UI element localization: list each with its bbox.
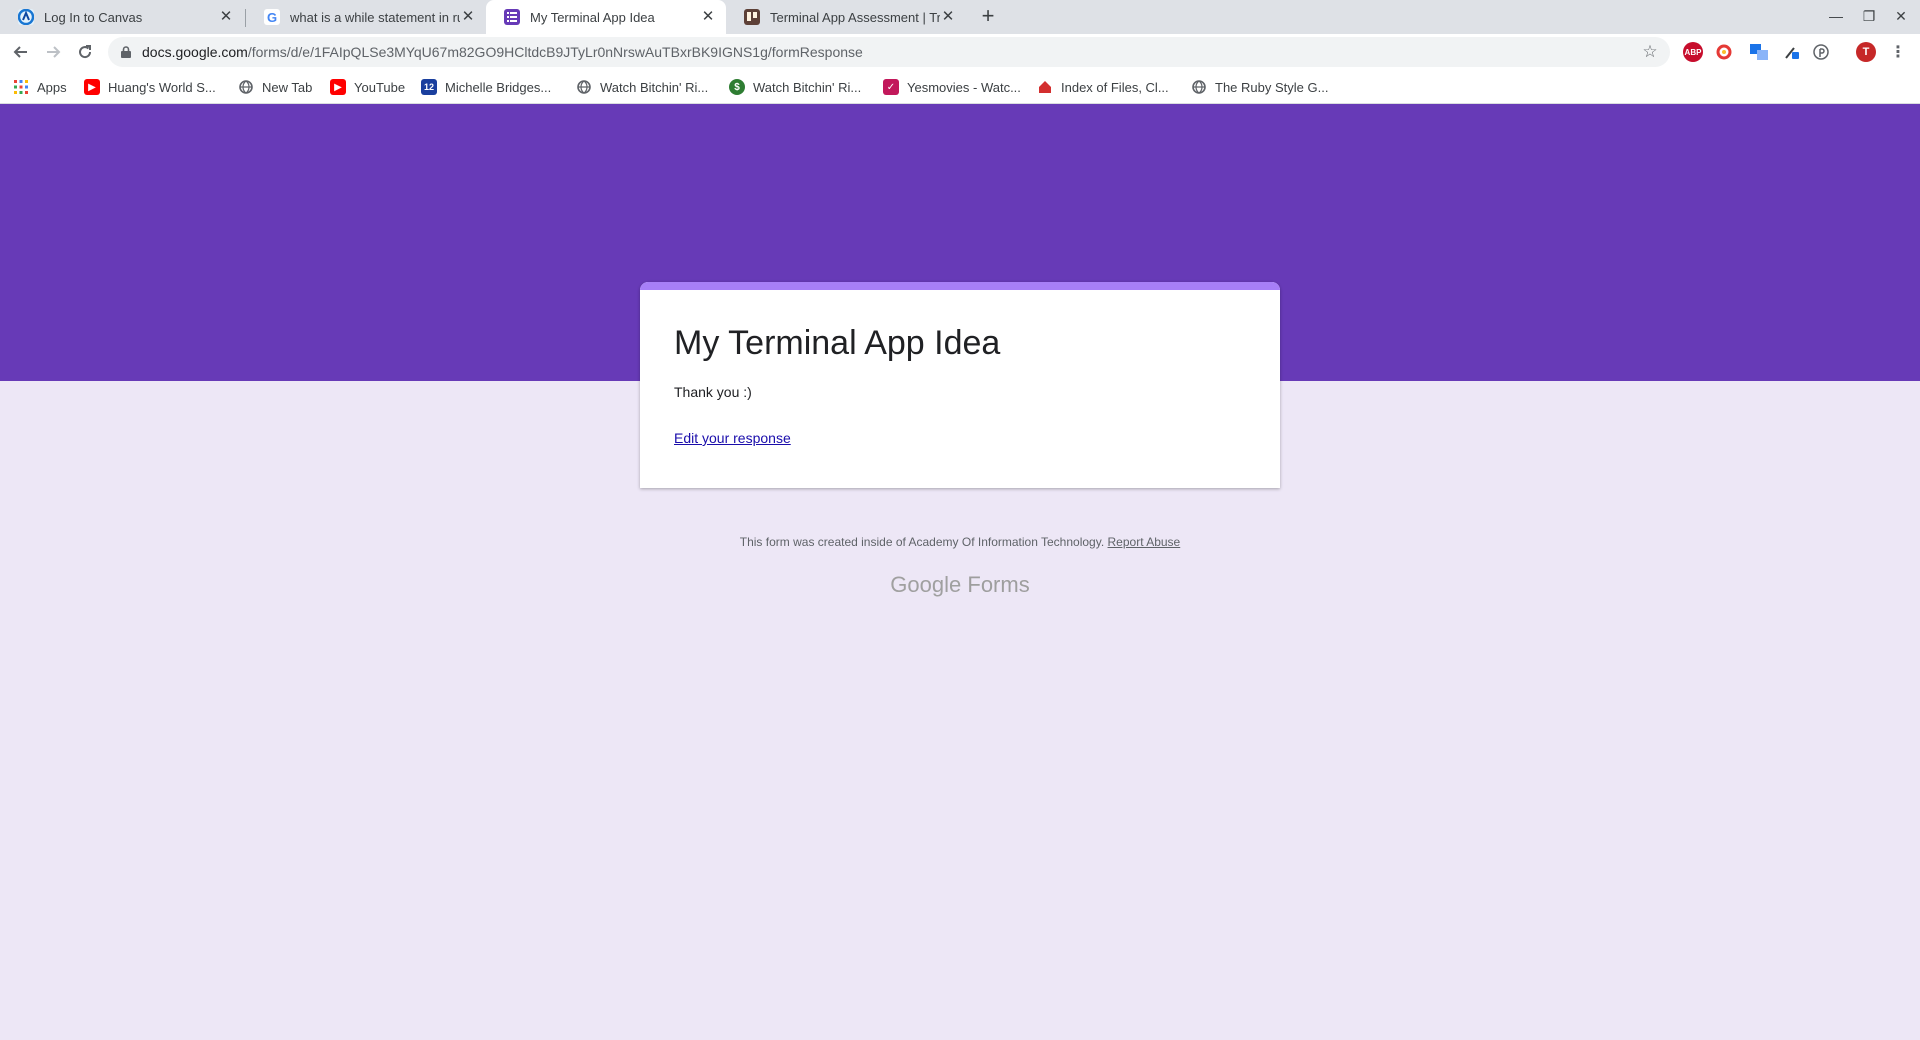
trello-icon — [744, 9, 760, 25]
bookmark-label: Watch Bitchin' Ri... — [753, 79, 862, 95]
bookmark-label: Watch Bitchin' Ri... — [600, 79, 709, 95]
bookmark-watch-bitchin-1[interactable]: Watch Bitchin' Ri... — [576, 70, 708, 104]
globe-icon — [576, 79, 592, 95]
youtube-icon: ▶ — [330, 79, 346, 95]
bookmark-yesmovies[interactable]: ✓ Yesmovies - Watc... — [883, 70, 1021, 104]
browser-toolbar: docs.google.com/forms/d/e/1FAIpQLSe3MYqU… — [0, 34, 1920, 70]
bookmark-ruby-style-guide[interactable]: The Ruby Style G... — [1191, 70, 1328, 104]
bookmark-youtube[interactable]: ▶ YouTube — [330, 70, 405, 104]
youtube-icon: ▶ — [84, 79, 100, 95]
bookmark-apps[interactable]: Apps — [13, 70, 67, 104]
bookmark-huangs-world[interactable]: ▶ Huang's World S... — [84, 70, 216, 104]
tab-strip: Log In to Canvas ✕ G what is a while sta… — [0, 0, 1920, 34]
google-forms-logo[interactable]: Google Forms — [640, 572, 1280, 598]
yesmovies-icon: ✓ — [883, 79, 899, 95]
tab-canvas[interactable]: Log In to Canvas ✕ — [0, 0, 244, 34]
form-response-card: My Terminal App Idea Thank you :) Edit y… — [640, 282, 1280, 488]
new-tab-button[interactable]: + — [976, 5, 1000, 29]
dollar-icon: $ — [729, 79, 745, 95]
bookmark-index-of-files[interactable]: Index of Files, Cl... — [1037, 70, 1169, 104]
forward-button[interactable] — [39, 38, 67, 66]
url-path: /forms/d/e/1FAIpQLSe3MYqU67m82GO9HCltdcB… — [247, 44, 863, 60]
bookmark-star-icon[interactable]: ☆ — [1640, 42, 1660, 62]
calendar-icon: 12 — [421, 79, 437, 95]
footer-note-text: This form was created inside of Academy … — [739, 535, 1105, 549]
bookmark-watch-bitchin-2[interactable]: $ Watch Bitchin' Ri... — [729, 70, 861, 104]
brand-forms: Forms — [967, 572, 1030, 597]
globe-icon — [238, 79, 254, 95]
extension-translate-icon[interactable] — [1749, 42, 1769, 62]
minimize-button[interactable]: — — [1823, 4, 1849, 28]
close-icon[interactable]: ✕ — [940, 9, 956, 25]
tab-my-terminal-app-idea[interactable]: My Terminal App Idea ✕ — [486, 0, 726, 34]
url-host: docs.google.com — [142, 44, 248, 60]
edit-response-link[interactable]: Edit your response — [674, 430, 791, 446]
address-bar[interactable]: docs.google.com/forms/d/e/1FAIpQLSe3MYqU… — [108, 37, 1670, 67]
bookmark-label: YouTube — [354, 79, 406, 95]
reload-button[interactable] — [71, 38, 99, 66]
bookmark-label: The Ruby Style G... — [1215, 79, 1329, 95]
bookmark-label: Huang's World S... — [108, 79, 216, 95]
pinterest-icon[interactable] — [1811, 42, 1831, 62]
restore-button[interactable]: ❐ — [1856, 4, 1882, 28]
confirmation-message: Thank you :) — [674, 384, 752, 400]
form-title: My Terminal App Idea — [674, 324, 1001, 362]
extension-tool-icon[interactable] — [1782, 42, 1802, 62]
tab-title: My Terminal App Idea — [530, 9, 655, 25]
tab-trello[interactable]: Terminal App Assessment | Tr ✕ — [726, 0, 966, 34]
back-button[interactable] — [7, 38, 35, 66]
google-forms-icon — [504, 9, 520, 25]
arrow-left-icon — [13, 46, 27, 58]
canvas-icon — [18, 9, 34, 25]
brand-google: Google — [890, 572, 962, 597]
form-footer-note: This form was created inside of Academy … — [640, 535, 1280, 549]
profile-avatar[interactable]: T — [1856, 42, 1876, 62]
apps-grid-icon — [13, 79, 29, 95]
bookmark-new-tab[interactable]: New Tab — [238, 70, 312, 104]
url-text[interactable]: docs.google.com/forms/d/e/1FAIpQLSe3MYqU… — [142, 44, 1640, 60]
adblock-icon[interactable]: ABP — [1683, 42, 1703, 62]
menu-kebab-icon[interactable]: ⋮ — [1888, 42, 1908, 62]
card-accent-bar — [640, 282, 1280, 290]
bookmark-label: Index of Files, Cl... — [1061, 79, 1169, 95]
bookmark-label: Michelle Bridges... — [445, 79, 552, 95]
extension-red-icon[interactable] — [1714, 42, 1734, 62]
lock-icon[interactable] — [120, 46, 132, 58]
close-icon[interactable]: ✕ — [700, 9, 716, 25]
close-icon[interactable]: ✕ — [218, 9, 234, 25]
report-abuse-link[interactable]: Report Abuse — [1108, 535, 1181, 549]
tab-title: what is a while statement in ru — [290, 9, 460, 25]
arrow-right-icon — [47, 46, 61, 58]
window-close-button[interactable]: ✕ — [1888, 4, 1914, 28]
bookmark-label: New Tab — [262, 79, 313, 95]
bookmarks-bar: Apps ▶ Huang's World S... New Tab ▶ YouT… — [0, 70, 1920, 104]
reload-icon — [79, 45, 92, 59]
globe-icon — [1191, 79, 1207, 95]
bookmark-label: Apps — [37, 79, 67, 95]
tab-title: Log In to Canvas — [44, 9, 143, 25]
close-icon[interactable]: ✕ — [460, 9, 476, 25]
tab-google-search[interactable]: G what is a while statement in ru ✕ — [246, 0, 486, 34]
bookmark-label: Yesmovies - Watc... — [907, 79, 1021, 95]
google-icon: G — [264, 9, 280, 25]
bookmark-michelle-bridges[interactable]: 12 Michelle Bridges... — [421, 70, 551, 104]
tab-title: Terminal App Assessment | Tr — [770, 9, 940, 25]
house-icon — [1037, 79, 1053, 95]
